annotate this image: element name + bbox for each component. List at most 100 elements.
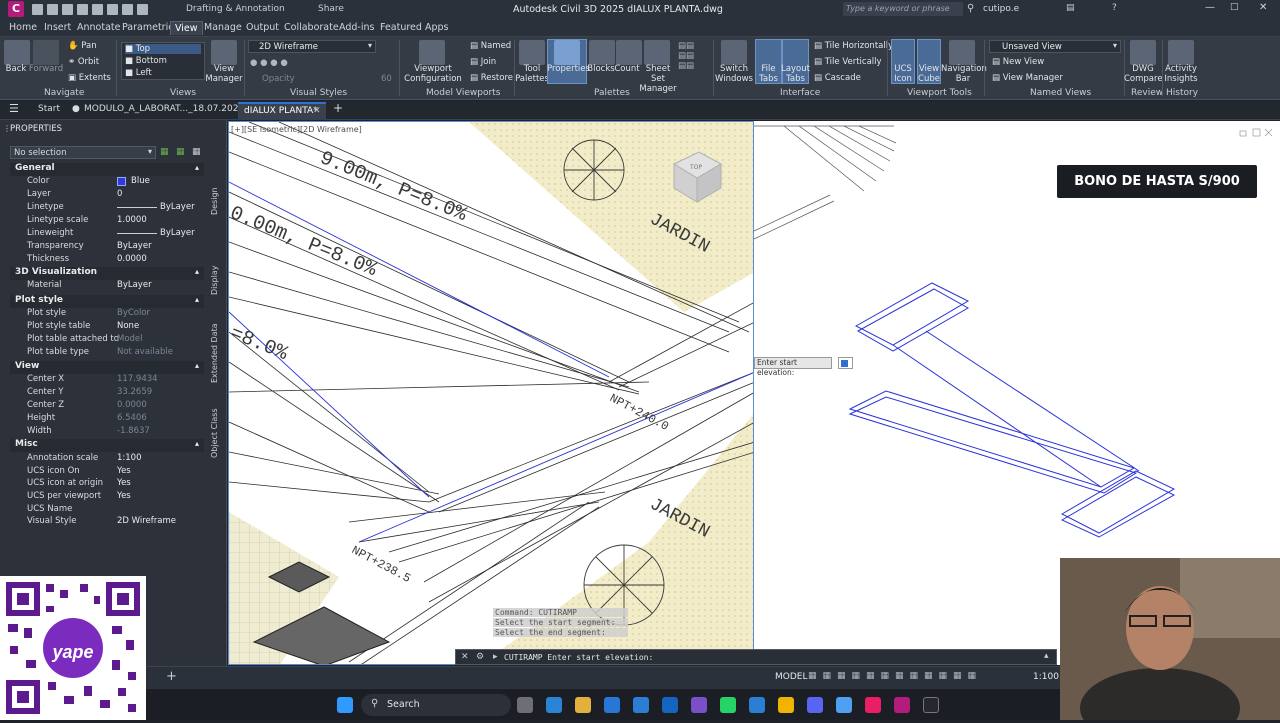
search-icon[interactable]: ⚲	[967, 3, 974, 14]
close-icon[interactable]: ✕	[461, 652, 469, 662]
start-icon[interactable]	[337, 697, 353, 713]
dwg-compare-icon[interactable]	[1130, 40, 1156, 65]
prop-value[interactable]: 1.0000	[117, 215, 147, 225]
view-manager-icon[interactable]	[211, 40, 237, 65]
activity-insights-button[interactable]: Activity Insights	[1160, 64, 1202, 84]
command-chevron-icon[interactable]: ▸	[493, 652, 498, 662]
side-tab-object-class[interactable]: Object Class	[210, 398, 224, 458]
ucs-icon-button[interactable]: UCS Icon	[890, 64, 916, 84]
back-icon[interactable]	[4, 40, 30, 65]
window-controls[interactable]	[1239, 128, 1273, 137]
palette-small-icons[interactable]: ▤▤ ▤▤ ▤▤	[678, 41, 694, 71]
tool-palettes-icon[interactable]	[519, 40, 545, 65]
teams-icon[interactable]	[691, 697, 707, 713]
side-tab-design[interactable]: Design	[210, 165, 224, 215]
search-box[interactable]: Type a keyword or phrase	[843, 2, 963, 16]
activity-insights-icon[interactable]	[1168, 40, 1194, 65]
tab-collaborate[interactable]: Collaborate	[280, 21, 343, 34]
viewport-config-icon[interactable]	[419, 40, 445, 65]
annotation-scale[interactable]: 1:100	[1033, 672, 1059, 682]
store-icon[interactable]	[633, 697, 649, 713]
blocks-button[interactable]: Blocks	[586, 64, 616, 74]
status-toggles[interactable]: ▦▦▦▦▦▦▦▦▦▦▦▦	[808, 671, 982, 681]
command-prompt[interactable]: CUTIRAMP Enter start elevation:	[504, 653, 653, 662]
cart-icon[interactable]: ▤	[1066, 3, 1075, 13]
section-3d-visualization[interactable]: 3D Visualization ▴	[10, 267, 204, 280]
sheet-set-icon[interactable]	[644, 40, 670, 65]
prop-value[interactable]: Yes	[117, 478, 131, 488]
navigation-bar-button[interactable]: Navigation Bar	[941, 64, 987, 84]
tab-view[interactable]: View	[170, 21, 203, 35]
user-name[interactable]: cutipo.e	[983, 4, 1019, 14]
visual-style-dropdown[interactable]: 2D Wireframe ▾	[248, 40, 376, 53]
tab-annotate[interactable]: Annotate	[73, 21, 124, 34]
customize-icon[interactable]: ⚙	[476, 652, 484, 662]
tab-parametric[interactable]: Parametric	[118, 21, 177, 34]
viewport-config-button[interactable]: Viewport Configuration	[404, 64, 462, 84]
toggle-pickadd-icon[interactable]: ▦	[160, 147, 169, 157]
view-manager-button[interactable]: View Manager	[204, 64, 244, 84]
restore-button[interactable]: ▤ Restore	[470, 73, 513, 83]
view-cube-button[interactable]: View Cube	[915, 64, 943, 84]
prop-value[interactable]: 0.0000	[117, 254, 147, 264]
tab-home[interactable]: Home	[5, 21, 41, 34]
maximize-icon[interactable]: □	[1230, 2, 1239, 12]
help-icon[interactable]: ?	[1112, 3, 1117, 13]
chevron-up-icon[interactable]: ▴	[1044, 651, 1049, 661]
pan-button[interactable]: ✋ Pan	[68, 41, 97, 51]
prop-value[interactable]: ByLayer	[160, 228, 195, 238]
tab-modulo-document[interactable]: MODULO_A_LABORAT..._18.07.2025[1]*	[84, 104, 261, 114]
tab-output[interactable]: Output	[242, 21, 283, 34]
close-icon[interactable]: ✕	[1259, 2, 1267, 13]
save-as-icon[interactable]	[77, 4, 88, 15]
views-gallery[interactable]: ■ Top ■ Bottom ■ Left	[121, 42, 205, 80]
section-plot-style[interactable]: Plot style ▴	[10, 295, 204, 308]
layout-tabs-button[interactable]: Layout Tabs	[780, 64, 811, 84]
tab-featured-apps[interactable]: Featured Apps	[376, 21, 452, 34]
join-button[interactable]: ▤ Join	[470, 57, 496, 67]
view-top[interactable]: ■ Top	[125, 44, 201, 54]
selection-dropdown[interactable]: No selection ▾	[10, 146, 156, 159]
view-bottom[interactable]: ■ Bottom	[125, 56, 167, 66]
tiktok-icon[interactable]	[865, 697, 881, 713]
cloud-icon[interactable]	[92, 4, 103, 15]
orbit-button[interactable]: ⚭ Orbit	[68, 57, 99, 67]
forward-button[interactable]: Forward	[27, 64, 65, 74]
view-left[interactable]: ■ Left	[125, 68, 152, 78]
prop-value[interactable]: Yes	[117, 491, 131, 501]
prop-value[interactable]: Yes	[117, 466, 131, 476]
vscode-icon[interactable]	[749, 697, 765, 713]
tab-manage[interactable]: Manage	[200, 21, 246, 34]
copilot-icon[interactable]	[546, 697, 562, 713]
outlook-icon[interactable]	[662, 697, 678, 713]
tool-palettes-button[interactable]: Tool Palettes	[515, 64, 549, 84]
taskbar-search[interactable]: ⚲ Search	[361, 694, 511, 716]
extents-button[interactable]: ▣ Extents	[68, 73, 111, 83]
switch-windows-button[interactable]: Switch Windows	[715, 64, 753, 84]
dynamic-input-field[interactable]	[838, 357, 853, 369]
view-manager-small-button[interactable]: ▤ View Manager	[992, 73, 1063, 83]
sheet-set-button[interactable]: Sheet Set Manager	[638, 64, 678, 94]
model-space-button[interactable]: MODEL	[775, 672, 807, 682]
viewport-label[interactable]: [+][SE Isometric][2D Wireframe]	[231, 125, 362, 134]
prop-value[interactable]: ByLayer	[117, 241, 152, 251]
navigation-bar-icon[interactable]	[949, 40, 975, 65]
chrome-icon[interactable]	[778, 697, 794, 713]
print-icon[interactable]	[107, 4, 118, 15]
tile-vertically-button[interactable]: ▤ Tile Vertically	[814, 57, 882, 67]
minimize-icon[interactable]: —	[1205, 2, 1215, 13]
edge-icon[interactable]	[604, 697, 620, 713]
quick-select-icon[interactable]: ▦	[192, 147, 201, 157]
add-layout-icon[interactable]: +	[166, 669, 177, 684]
named-view-dropdown[interactable]: Unsaved View ▾	[989, 40, 1121, 53]
prop-value[interactable]: ByLayer	[160, 202, 195, 212]
discord-icon[interactable]	[807, 697, 823, 713]
whatsapp-icon[interactable]	[720, 697, 736, 713]
command-line[interactable]: ✕ ⚙ ▸ CUTIRAMP Enter start elevation: ▴	[455, 649, 1057, 665]
prop-value[interactable]: 0	[117, 189, 122, 199]
prop-value[interactable]: Blue	[131, 176, 150, 186]
count-button[interactable]: Count	[613, 64, 641, 74]
cascade-button[interactable]: ▤ Cascade	[814, 73, 861, 83]
viewport-left[interactable]: 9.00m, P=8.0% 0.00m, P=8.0% =8.0% NPT+24…	[228, 121, 754, 665]
opacity-value[interactable]: 60	[381, 74, 392, 84]
